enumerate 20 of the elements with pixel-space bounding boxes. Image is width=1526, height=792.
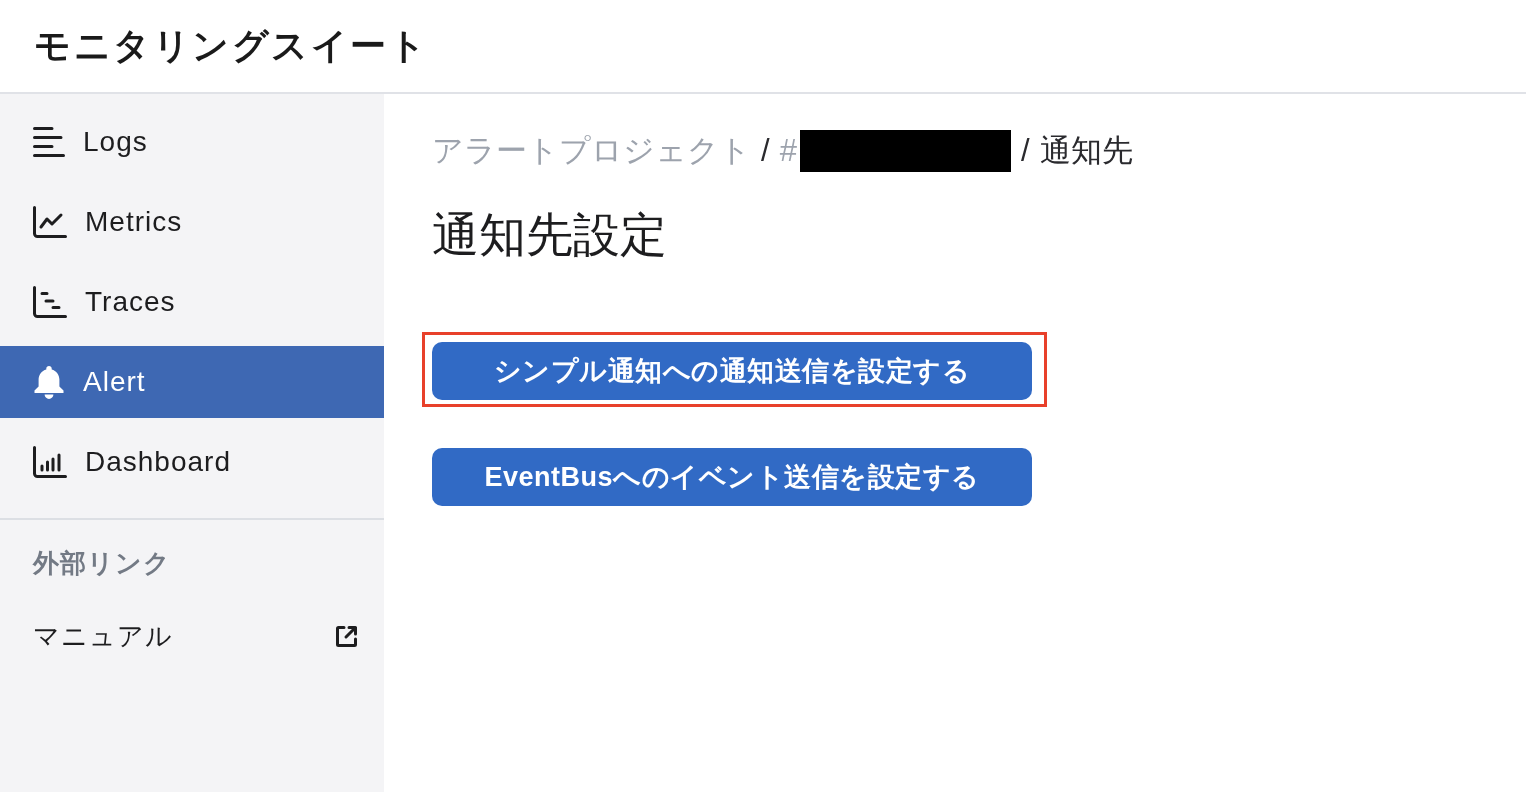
staircase-chart-icon xyxy=(33,286,67,318)
app-title: モニタリングスイート xyxy=(34,24,428,68)
line-chart-icon xyxy=(33,206,67,238)
bell-icon xyxy=(33,365,65,399)
external-link-icon[interactable] xyxy=(334,623,359,649)
breadcrumb-separator: / xyxy=(1020,132,1030,170)
action-button[interactable]: EventBusへのイベント送信を設定する xyxy=(432,448,1032,506)
breadcrumb-separator: / xyxy=(761,132,770,170)
sidebar-item[interactable]: Dashboard xyxy=(0,426,384,498)
section-heading: 外部リンク xyxy=(33,548,171,578)
bar-chart-icon xyxy=(33,446,67,478)
list-lines-icon xyxy=(33,127,65,157)
sidebar-item[interactable]: Alert xyxy=(0,346,384,418)
action-button[interactable]: シンプル通知への通知送信を設定する xyxy=(432,342,1032,400)
sidebar-item[interactable]: Metrics xyxy=(0,186,384,258)
external-link[interactable]: マニュアル xyxy=(33,620,173,652)
sidebar-item[interactable]: Traces xyxy=(0,266,384,338)
page-title: 通知先設定 xyxy=(432,207,667,263)
sidebar-item[interactable]: Logs xyxy=(0,106,384,178)
breadcrumb-current: 通知先 xyxy=(1039,132,1133,170)
